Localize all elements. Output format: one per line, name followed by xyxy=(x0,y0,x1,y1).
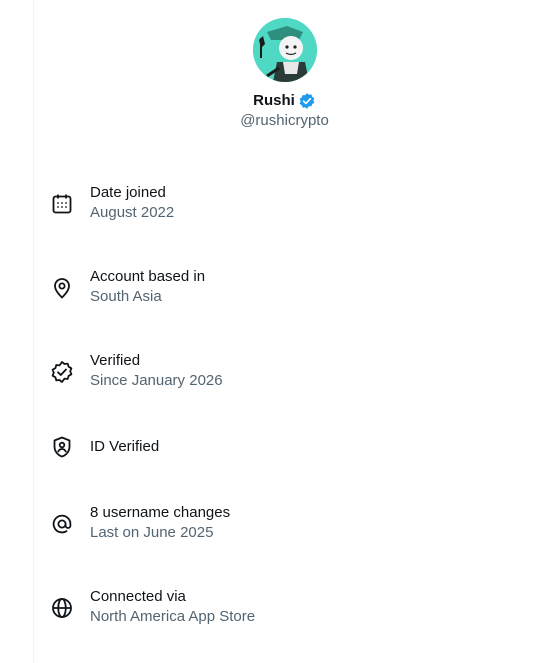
info-title: 8 username changes xyxy=(90,504,231,521)
id-shield-icon xyxy=(50,435,74,459)
info-title: Verified xyxy=(90,352,141,369)
info-item-date-joined: Date joined August 2022 xyxy=(50,183,535,225)
info-title: Connected via xyxy=(90,588,186,605)
info-subtitle: South Asia xyxy=(90,288,162,305)
profile-header: Rushi @rushicrypto xyxy=(34,18,535,131)
display-name[interactable]: Rushi xyxy=(253,91,295,111)
info-subtitle: North America App Store xyxy=(90,608,256,625)
info-subtitle: Since January 2026 xyxy=(90,372,223,389)
info-item-verified: Verified Since January 2026 xyxy=(50,351,535,393)
calendar-icon xyxy=(50,192,74,216)
info-title: Account based in xyxy=(90,268,206,285)
info-subtitle: Last on June 2025 xyxy=(90,524,214,541)
info-subtitle: August 2022 xyxy=(90,204,175,221)
globe-icon xyxy=(50,596,74,620)
info-item-connected-via: Connected via North America App Store xyxy=(50,587,535,629)
verified-badge-icon xyxy=(50,360,74,384)
info-title: ID Verified xyxy=(90,438,160,455)
user-handle[interactable]: @rushicrypto xyxy=(34,111,535,131)
verified-badge-icon xyxy=(298,92,316,110)
name-row: Rushi xyxy=(34,91,535,111)
info-item-id-verified: ID Verified xyxy=(50,427,535,467)
about-account-page: Rushi @rushicrypto Date joined August 20… xyxy=(0,0,535,663)
location-pin-icon xyxy=(50,276,74,300)
info-item-account-location: Account based in South Asia xyxy=(50,267,535,309)
at-sign-icon xyxy=(50,512,74,536)
info-item-username-changes: 8 username changes Last on June 2025 xyxy=(50,503,535,545)
info-title: Date joined xyxy=(90,184,166,201)
avatar[interactable] xyxy=(252,18,317,82)
